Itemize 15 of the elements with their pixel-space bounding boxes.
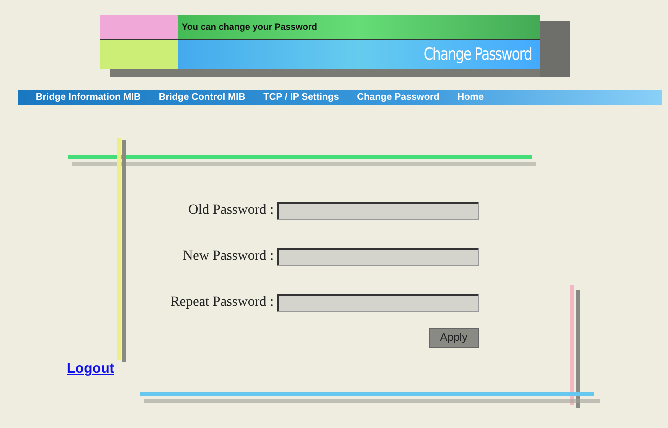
apply-button[interactable]: Apply [429,328,479,348]
nav-link[interactable]: Bridge Information MIB [36,92,142,103]
password-field[interactable] [277,202,479,220]
password-field[interactable] [277,294,479,312]
nav-link[interactable]: TCP / IP Settings [264,92,340,103]
nav-link[interactable]: Bridge Control MIB [159,92,246,103]
banner-caption: You can change your Password [182,22,318,32]
field-label: Repeat Password : [170,295,274,311]
password-field[interactable] [277,248,479,266]
banner-title: Change Password [424,44,532,64]
field-label: Old Password : [187,203,274,219]
nav-link[interactable]: Change Password [357,92,440,103]
nav-link[interactable]: Home [458,92,484,103]
logout-link[interactable]: Logout [67,360,114,376]
field-label: New Password : [182,249,274,265]
